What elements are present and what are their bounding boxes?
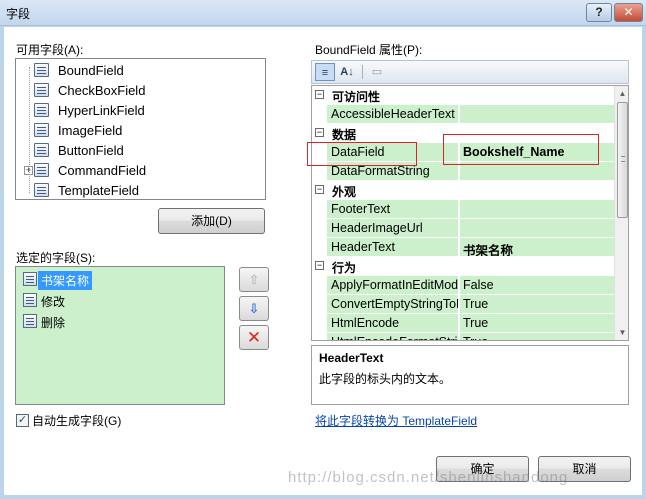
boundfield-icon [34, 63, 49, 77]
property-name: AccessibleHeaderText [327, 105, 459, 124]
watermark: http://blog.csdn.net/shenlinshandong [288, 469, 569, 486]
scroll-down-icon[interactable]: ▼ [615, 325, 628, 340]
property-value[interactable] [460, 219, 614, 238]
tree-item-label: TemplateField [58, 183, 139, 198]
category-label: 外观 [332, 185, 357, 199]
collapse-icon[interactable]: − [315, 261, 324, 270]
description-title: HeaderText [319, 351, 384, 365]
list-item-label: 删除 [41, 316, 66, 330]
property-value[interactable]: 书架名称 [460, 238, 614, 257]
category-label: 可访问性 [332, 90, 381, 104]
list-item[interactable]: 修改 [20, 290, 220, 311]
alphabetical-sort-button[interactable]: A↓ [337, 63, 357, 81]
grip-icon [621, 156, 625, 162]
tree-item-checkboxfield[interactable]: CheckBoxField [16, 80, 265, 100]
property-name: HtmlEncode [327, 314, 459, 333]
list-item[interactable]: 删除 [20, 311, 220, 332]
imagefield-icon [34, 123, 49, 137]
property-value[interactable]: False [460, 276, 614, 295]
property-row[interactable]: AccessibleHeaderText [312, 105, 614, 124]
commandfield-icon [34, 163, 49, 177]
properties-toolbar: ≡ A↓ ▭ [311, 60, 629, 84]
toolbar-separator [362, 65, 363, 79]
property-name: FooterText [327, 200, 459, 219]
property-row[interactable]: HeaderImageUrl [312, 219, 614, 238]
tree-item-templatefield[interactable]: TemplateField [16, 180, 265, 200]
boundfield-icon [23, 272, 37, 286]
collapse-icon[interactable]: − [315, 90, 324, 99]
convert-to-templatefield-link[interactable]: 将此字段转换为 TemplateField [315, 412, 477, 429]
highlight-box-datafield [307, 142, 417, 166]
tree-item-imagefield[interactable]: ImageField [16, 120, 265, 140]
tree-item-buttonfield[interactable]: ButtonField [16, 140, 265, 160]
list-item[interactable]: 书架名称 [20, 269, 220, 290]
move-up-button[interactable]: ⇧ [239, 267, 269, 292]
add-button[interactable]: 添加(D) [158, 208, 265, 234]
buttonfield-icon [34, 143, 49, 157]
window-title: 字段 [6, 7, 31, 21]
property-name: HeaderImageUrl [327, 219, 459, 238]
property-row[interactable]: HtmlEncode True [312, 314, 614, 333]
selected-fields-list[interactable]: 书架名称 修改 删除 [15, 266, 225, 405]
category-label: 数据 [332, 128, 357, 142]
property-value[interactable]: True [460, 314, 614, 333]
description-text: 此字段的标头内的文本。 [319, 372, 452, 386]
category-row-appearance[interactable]: − 外观 [312, 181, 614, 200]
vertical-scrollbar[interactable]: ▲ ▼ [614, 86, 628, 340]
property-value[interactable]: True [460, 333, 614, 340]
available-fields-tree[interactable]: BoundField CheckBoxField HyperLinkField … [15, 58, 266, 200]
tree-item-label: ButtonField [58, 143, 124, 158]
property-pages-button[interactable]: ▭ [367, 63, 387, 81]
checkboxfield-icon [34, 83, 49, 97]
tree-item-commandfield[interactable]: + CommandField [16, 160, 265, 180]
category-row-behavior[interactable]: − 行为 [312, 257, 614, 276]
delete-button[interactable]: ✕ [239, 325, 269, 350]
help-button[interactable]: ? [586, 3, 612, 22]
expand-toggle[interactable]: + [24, 166, 33, 175]
auto-generate-checkbox[interactable]: ✓ [16, 414, 29, 427]
property-row[interactable]: ConvertEmptyStringToNull True [312, 295, 614, 314]
list-item-label: 书架名称 [38, 271, 93, 290]
tree-item-boundfield[interactable]: BoundField [16, 60, 265, 80]
property-row[interactable]: ApplyFormatInEditMode False [312, 276, 614, 295]
highlight-box-value [443, 134, 599, 165]
property-row-headertext[interactable]: HeaderText 书架名称 [312, 238, 614, 257]
tree-item-label: CommandField [58, 163, 147, 178]
move-down-button[interactable]: ⇩ [239, 296, 269, 321]
list-item-label: 修改 [41, 295, 66, 309]
property-name: HtmlEncodeFormatString [327, 333, 459, 340]
close-button[interactable]: ✕ [614, 3, 643, 22]
auto-generate-label: 自动生成字段(G) [32, 414, 122, 428]
property-name: ApplyFormatInEditMode [327, 276, 459, 295]
categorized-view-button[interactable]: ≡ [315, 63, 335, 81]
property-grid[interactable]: − 可访问性 AccessibleHeaderText − 数据 DataFie… [311, 85, 629, 341]
hyperlinkfield-icon [34, 103, 49, 117]
property-value[interactable] [460, 200, 614, 219]
category-row-accessibility[interactable]: − 可访问性 [312, 86, 614, 105]
tree-item-hyperlinkfield[interactable]: HyperLinkField [16, 100, 265, 120]
selected-fields-label: 选定的字段(S): [16, 251, 96, 265]
tree-item-label: HyperLinkField [58, 103, 145, 118]
properties-label: BoundField 属性(P): [315, 43, 423, 57]
property-row[interactable]: FooterText [312, 200, 614, 219]
property-name: HeaderText [327, 238, 459, 257]
commandfield-icon [23, 293, 37, 307]
commandfield-icon [23, 314, 37, 328]
scroll-thumb[interactable] [617, 102, 628, 218]
collapse-icon[interactable]: − [315, 185, 324, 194]
tree-item-label: ImageField [58, 123, 123, 138]
property-value[interactable]: True [460, 295, 614, 314]
property-description-pane: HeaderText 此字段的标头内的文本。 [311, 345, 629, 405]
available-fields-label: 可用字段(A): [16, 43, 84, 57]
title-bar: 字段 ? ✕ [0, 0, 646, 26]
tree-item-label: CheckBoxField [58, 83, 146, 98]
templatefield-icon [34, 183, 49, 197]
collapse-icon[interactable]: − [315, 128, 324, 137]
category-label: 行为 [332, 261, 357, 275]
property-row[interactable]: HtmlEncodeFormatString True [312, 333, 614, 340]
scroll-up-icon[interactable]: ▲ [615, 86, 628, 101]
property-value[interactable] [460, 105, 614, 124]
tree-item-label: BoundField [58, 63, 124, 78]
property-name: ConvertEmptyStringToNull [327, 295, 459, 314]
